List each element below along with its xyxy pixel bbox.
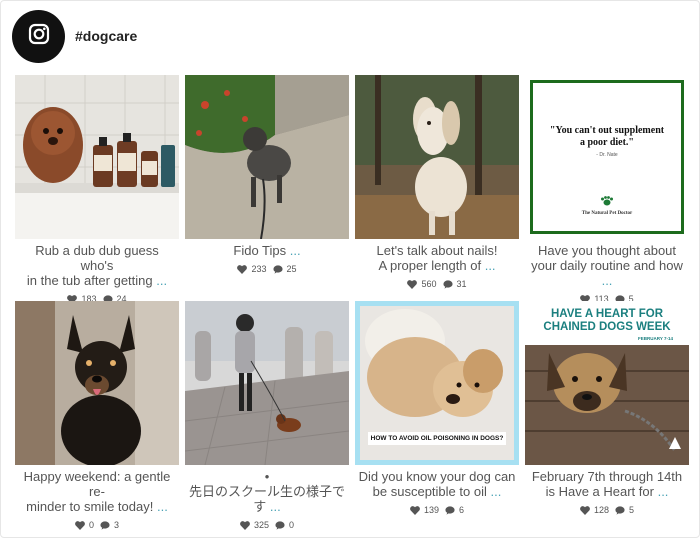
likes-stat: 560 bbox=[407, 279, 437, 289]
comment-icon bbox=[615, 505, 625, 515]
comment-icon bbox=[445, 505, 455, 515]
likes-stat: 0 bbox=[75, 520, 94, 530]
feed-post[interactable]: "You can't out supplement a poor diet." … bbox=[525, 75, 689, 304]
comments-count: 31 bbox=[456, 279, 467, 289]
comment-icon bbox=[442, 279, 453, 289]
more-link[interactable]: ... bbox=[157, 499, 168, 514]
feed-post[interactable]: • 先日のスクール生の様子で す ... 325 0 bbox=[185, 301, 349, 530]
comments-stat: 0 bbox=[275, 520, 294, 530]
comment-icon bbox=[272, 264, 283, 274]
comments-count: 0 bbox=[289, 520, 295, 530]
more-link[interactable]: ... bbox=[270, 499, 281, 514]
heart-icon bbox=[240, 520, 250, 530]
post-caption: February 7th through 14th is Have a Hear… bbox=[531, 469, 683, 499]
post-stats: 560 31 bbox=[355, 279, 519, 289]
hashtag-title[interactable]: #dogcare bbox=[75, 28, 137, 44]
image-headline: HAVE A HEART FOR CHAINED DOGS WEEK bbox=[543, 308, 671, 333]
more-link[interactable]: ... bbox=[485, 258, 496, 273]
post-stats: 325 0 bbox=[185, 520, 349, 530]
post-image[interactable]: HOW TO AVOID OIL POISONING IN DOGS? bbox=[355, 301, 519, 465]
post-image[interactable] bbox=[355, 75, 519, 239]
likes-count: 139 bbox=[423, 505, 439, 515]
post-stats: 233 25 bbox=[185, 264, 349, 274]
heart-icon bbox=[580, 505, 590, 515]
comment-icon bbox=[100, 520, 110, 530]
comments-count: 6 bbox=[459, 505, 465, 515]
more-link[interactable]: ... bbox=[290, 243, 301, 258]
comments-count: 3 bbox=[114, 520, 120, 530]
brand-logo: The Natural Pet Doctor bbox=[533, 193, 681, 217]
comments-stat: 25 bbox=[272, 264, 297, 274]
post-caption: Did you know your dog can be susceptible… bbox=[358, 469, 516, 499]
post-caption: Fido Tips ... bbox=[233, 243, 301, 258]
quote-card: "You can't out supplement a poor diet." … bbox=[530, 80, 684, 234]
quote-text: "You can't out supplement a poor diet." bbox=[549, 125, 665, 148]
comments-stat: 6 bbox=[445, 505, 464, 515]
likes-stat: 139 bbox=[410, 505, 439, 515]
heart-icon bbox=[75, 520, 85, 530]
post-image[interactable] bbox=[15, 301, 179, 465]
heart-icon bbox=[407, 279, 418, 289]
instagram-icon bbox=[28, 23, 50, 50]
post-image[interactable] bbox=[185, 301, 349, 465]
post-image[interactable]: "You can't out supplement a poor diet." … bbox=[525, 75, 689, 239]
comments-stat: 5 bbox=[615, 505, 634, 515]
post-stats: 128 5 bbox=[525, 505, 689, 515]
likes-count: 128 bbox=[593, 505, 609, 515]
post-image[interactable]: HAVE A HEART FOR CHAINED DOGS WEEK FEBRU… bbox=[525, 301, 689, 465]
post-stats: 139 6 bbox=[355, 505, 519, 515]
post-image[interactable] bbox=[15, 75, 179, 239]
post-caption: • 先日のスクール生の様子で す ... bbox=[188, 469, 345, 514]
more-link[interactable]: ... bbox=[658, 484, 669, 499]
feed-post[interactable]: HOW TO AVOID OIL POISONING IN DOGS? Did … bbox=[355, 301, 519, 515]
post-caption: Let's talk about nails! A proper length … bbox=[376, 243, 498, 273]
likes-stat: 233 bbox=[237, 264, 267, 274]
image-subline: FEBRUARY 7-14 bbox=[637, 336, 673, 341]
heart-icon bbox=[410, 505, 420, 515]
likes-count: 560 bbox=[421, 279, 437, 289]
post-caption: Happy weekend: a gentle re- minder to sm… bbox=[23, 469, 171, 514]
likes-count: 233 bbox=[251, 264, 267, 274]
comments-stat: 3 bbox=[100, 520, 119, 530]
likes-count: 325 bbox=[253, 520, 269, 530]
likes-stat: 325 bbox=[240, 520, 269, 530]
post-image[interactable] bbox=[185, 75, 349, 239]
comments-stat: 31 bbox=[442, 279, 467, 289]
feed-post[interactable]: Fido Tips ... 233 25 bbox=[185, 75, 349, 274]
feed-post[interactable]: Rub a dub dub guess who's in the tub aft… bbox=[15, 75, 179, 304]
feed-post[interactable]: HAVE A HEART FOR CHAINED DOGS WEEK FEBRU… bbox=[525, 301, 689, 515]
more-link[interactable]: ... bbox=[490, 484, 501, 499]
feed-post[interactable]: Let's talk about nails! A proper length … bbox=[355, 75, 519, 289]
quote-author: - Dr. Nate bbox=[596, 152, 618, 158]
comments-count: 5 bbox=[629, 505, 635, 515]
paw-icon bbox=[600, 196, 614, 206]
comment-icon bbox=[275, 520, 285, 530]
comments-count: 25 bbox=[286, 264, 297, 274]
post-stats: 0 3 bbox=[15, 520, 179, 530]
heart-icon bbox=[237, 264, 248, 274]
feed-header: #dogcare bbox=[12, 9, 137, 63]
image-banner: HOW TO AVOID OIL POISONING IN DOGS? bbox=[368, 432, 506, 445]
more-link[interactable]: ... bbox=[156, 273, 167, 288]
feed-post[interactable]: Happy weekend: a gentle re- minder to sm… bbox=[15, 301, 179, 530]
post-caption: Rub a dub dub guess who's in the tub aft… bbox=[26, 243, 168, 288]
post-caption: Have you thought about your daily routin… bbox=[531, 243, 683, 288]
profile-avatar[interactable] bbox=[12, 9, 65, 63]
likes-count: 0 bbox=[88, 520, 94, 530]
likes-stat: 128 bbox=[580, 505, 609, 515]
more-link[interactable]: ... bbox=[602, 273, 613, 288]
